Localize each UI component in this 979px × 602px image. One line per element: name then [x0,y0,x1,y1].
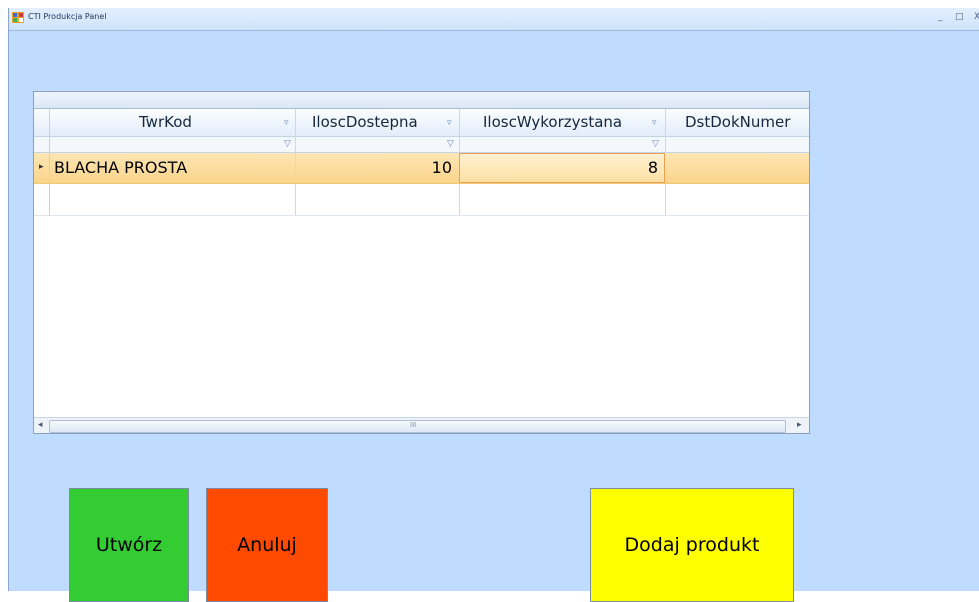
create-button[interactable]: Utwórz [69,488,189,602]
horizontal-scrollbar[interactable]: ◂ III ▸ [34,417,809,433]
new-row[interactable] [34,184,809,216]
table-row[interactable]: ▸ BLACHA PROSTA 10 8 [34,153,809,184]
cancel-button-label: Anuluj [237,534,297,556]
cell-iloscwykorzystana[interactable]: 8 [460,153,658,183]
scroll-thumb[interactable]: III [49,420,786,433]
scroll-right-icon[interactable]: ▸ [797,421,802,430]
filter-icon[interactable]: ▿ [447,119,452,128]
grid-header-row: TwrKod ▿ IloscDostepna ▿ IloscWykorzysta… [34,109,809,137]
funnel-icon[interactable]: ▽ [652,140,659,149]
column-divider[interactable] [295,109,296,136]
add-product-button[interactable]: Dodaj produkt [590,488,794,602]
column-divider[interactable] [665,109,666,136]
filter-icon[interactable]: ▿ [652,119,657,128]
funnel-icon[interactable]: ▽ [284,140,291,149]
column-header-dstdoknumer[interactable]: DstDokNumer [685,109,790,136]
scroll-left-icon[interactable]: ◂ [38,421,43,430]
funnel-icon[interactable]: ▽ [447,140,454,149]
minimize-button[interactable]: _ [938,13,943,22]
scroll-grip-icon: III [410,421,417,429]
add-product-button-label: Dodaj produkt [624,534,760,556]
column-header-iloscwykorzystana[interactable]: IloscWykorzystana [483,109,622,136]
column-divider[interactable] [459,109,460,136]
column-header-iloscdostepna[interactable]: IloscDostepna [312,109,418,136]
grid-group-panel [34,92,809,109]
create-button-label: Utwórz [95,534,163,556]
main-window: CTI Produkcja Panel _ □ X TwrKod ▿ Ilosc… [8,8,979,602]
cancel-button[interactable]: Anuluj [206,488,328,602]
title-bar: CTI Produkcja Panel _ □ X [9,8,979,31]
row-indicator-column [34,109,50,216]
grid-filter-row: ▽ ▽ ▽ [34,137,809,153]
maximize-button[interactable]: □ [955,13,964,22]
column-header-twrkod[interactable]: TwrKod [139,109,192,136]
cell-iloscdostepna[interactable]: 10 [296,153,452,183]
products-grid[interactable]: TwrKod ▿ IloscDostepna ▿ IloscWykorzysta… [33,91,810,434]
close-button[interactable]: X [974,13,979,22]
cell-twrkod[interactable]: BLACHA PROSTA [54,153,187,183]
app-icon [12,12,24,23]
window-title: CTI Produkcja Panel [28,12,107,21]
filter-icon[interactable]: ▿ [284,119,289,128]
